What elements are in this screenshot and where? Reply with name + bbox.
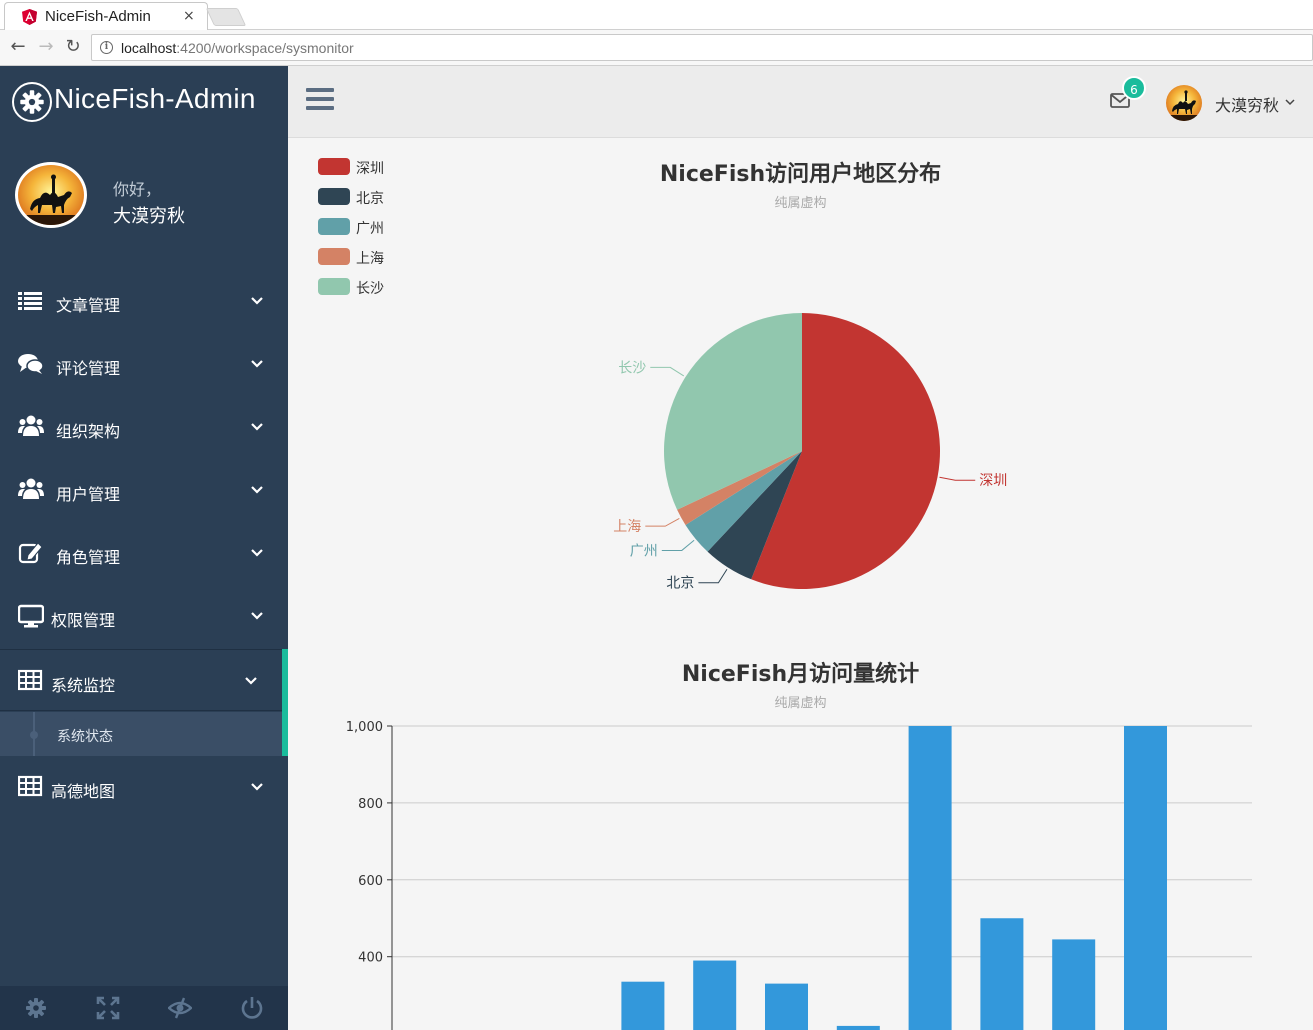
bar-7[interactable] — [836, 1025, 880, 1030]
top-header: 6 大漠穷秋 — [288, 66, 1313, 138]
comments-icon — [18, 354, 44, 374]
sidebar-item-label: 权限管理 — [51, 611, 116, 630]
gear-icon[interactable] — [24, 996, 48, 1020]
pie-slice-label: 广州 — [630, 543, 658, 559]
sidebar-item-label: 组织架构 — [56, 422, 121, 441]
chevron-down-icon — [251, 549, 263, 557]
submenu-label: 系统状态 — [57, 729, 113, 745]
bar-8[interactable] — [908, 726, 952, 1030]
header-avatar[interactable] — [1166, 85, 1202, 121]
avatar[interactable] — [15, 162, 87, 228]
forward-icon[interactable]: → — [36, 38, 56, 58]
sidebar-item-amap[interactable]: 高德地图 — [0, 756, 288, 818]
bar-chart: 400 600 800 1,000 — [346, 720, 1252, 1030]
y-tick-label: 800 — [358, 797, 383, 812]
camel-avatar-icon — [18, 165, 84, 225]
pie-slice-label: 深圳 — [979, 473, 1007, 489]
monitor-icon — [18, 604, 44, 628]
pie-slice-label: 北京 — [666, 576, 694, 592]
bar-4[interactable] — [621, 981, 665, 1030]
bar-6[interactable] — [765, 983, 808, 1030]
chevron-down-icon — [251, 612, 263, 620]
power-icon[interactable] — [240, 996, 264, 1020]
sidebar-footer — [0, 986, 288, 1030]
angular-icon — [22, 9, 37, 25]
eye-slash-icon[interactable] — [168, 996, 192, 1020]
y-tick-label: 600 — [358, 874, 383, 889]
sidebar-item-permissions[interactable]: 权限管理 — [0, 585, 288, 647]
sidebar-item-label: 系统监控 — [51, 676, 116, 695]
pie-leader-line — [698, 568, 728, 584]
pie-slice-label: 上海 — [613, 519, 641, 535]
header-username[interactable]: 大漠穷秋 — [1215, 92, 1279, 116]
y-tick-label: 1,000 — [346, 720, 383, 735]
chevron-down-icon — [251, 783, 263, 791]
main-content: 深圳 北京 广州 上海 长沙 NiceFish访问用户地区分布 纯属虚构 深圳 北京 广州上… — [288, 138, 1313, 1030]
bar-chart-title: NiceFish月访问量统计 — [681, 662, 920, 687]
sidebar-item-roles[interactable]: 角色管理 — [0, 522, 288, 584]
brand-name: NiceFish-Admin — [54, 83, 256, 114]
sidebar-item-label: 角色管理 — [56, 548, 121, 567]
chevron-down-icon — [251, 360, 263, 368]
edit-icon — [18, 542, 43, 564]
browser-tab-strip: NiceFish-Admin × — [0, 0, 1313, 31]
submenu-item-system-status[interactable]: 系统状态 — [0, 712, 282, 756]
pie-leader-line — [650, 366, 685, 377]
camel-avatar-icon — [1166, 85, 1202, 121]
users-icon — [18, 478, 44, 499]
back-icon[interactable]: ← — [8, 38, 28, 58]
pie-leader-line — [645, 518, 680, 527]
chevron-down-icon — [245, 677, 257, 685]
username-text: 大漠穷秋 — [113, 206, 185, 227]
chevron-down-icon — [251, 486, 263, 494]
sidebar-item-label: 评论管理 — [56, 359, 121, 378]
bar-9[interactable] — [980, 918, 1024, 1030]
expand-icon[interactable] — [96, 996, 120, 1020]
gear-logo-icon — [12, 82, 52, 122]
pie-leader-line — [661, 539, 695, 551]
sidebar-item-system-monitor[interactable]: 系统监控 — [0, 649, 288, 711]
sidebar-item-organization[interactable]: 组织架构 — [0, 396, 288, 458]
bar-10[interactable] — [1052, 939, 1096, 1030]
sidebar-item-articles[interactable]: 文章管理 — [0, 270, 288, 332]
tab-close-icon[interactable]: × — [183, 8, 195, 24]
y-tick-label: 400 — [358, 951, 383, 966]
submenu-dot — [30, 731, 38, 739]
mail-count-badge: 6 — [1122, 76, 1146, 100]
url-text: localhost:4200/workspace/sysmonitor — [121, 40, 354, 56]
users-icon — [18, 415, 44, 436]
chevron-down-icon[interactable] — [1284, 96, 1296, 108]
sidebar-item-users[interactable]: 用户管理 — [0, 459, 288, 521]
bar-11[interactable] — [1124, 726, 1167, 1030]
reload-icon[interactable]: ↻ — [63, 38, 83, 58]
info-icon[interactable]: i — [100, 41, 113, 54]
pie-chart: 深圳北京 广州 上海 长沙 — [613, 313, 1007, 592]
greeting-text: 你好， — [113, 180, 162, 199]
bar-5[interactable] — [693, 960, 737, 1030]
menu-toggle-icon[interactable] — [306, 88, 334, 114]
table-icon — [18, 775, 43, 797]
brand[interactable]: NiceFish-Admin — [0, 66, 288, 138]
pie-slice-label: 长沙 — [618, 360, 646, 376]
pie-leader-line — [939, 476, 976, 481]
sidebar-item-comments[interactable]: 评论管理 — [0, 333, 288, 395]
tab-title: NiceFish-Admin — [45, 8, 151, 25]
sidebar: NiceFish-Admin 你好， 大漠穷秋 文章管理 评论管理 组织架构 用… — [0, 66, 288, 1030]
user-profile: 你好， 大漠穷秋 — [0, 156, 288, 236]
sidebar-item-label: 用户管理 — [56, 485, 121, 504]
address-bar: ← → ↻ i localhost:4200/workspace/sysmoni… — [0, 30, 1313, 66]
list-icon — [18, 292, 42, 310]
browser-tab[interactable]: NiceFish-Admin × — [4, 2, 208, 31]
table-icon — [18, 669, 43, 691]
chevron-down-icon — [251, 423, 263, 431]
new-tab-button[interactable] — [205, 8, 247, 26]
sidebar-item-label: 高德地图 — [51, 782, 116, 801]
sidebar-item-label: 文章管理 — [56, 296, 121, 315]
url-field[interactable]: i localhost:4200/workspace/sysmonitor — [91, 34, 1313, 61]
chevron-down-icon — [251, 297, 263, 305]
